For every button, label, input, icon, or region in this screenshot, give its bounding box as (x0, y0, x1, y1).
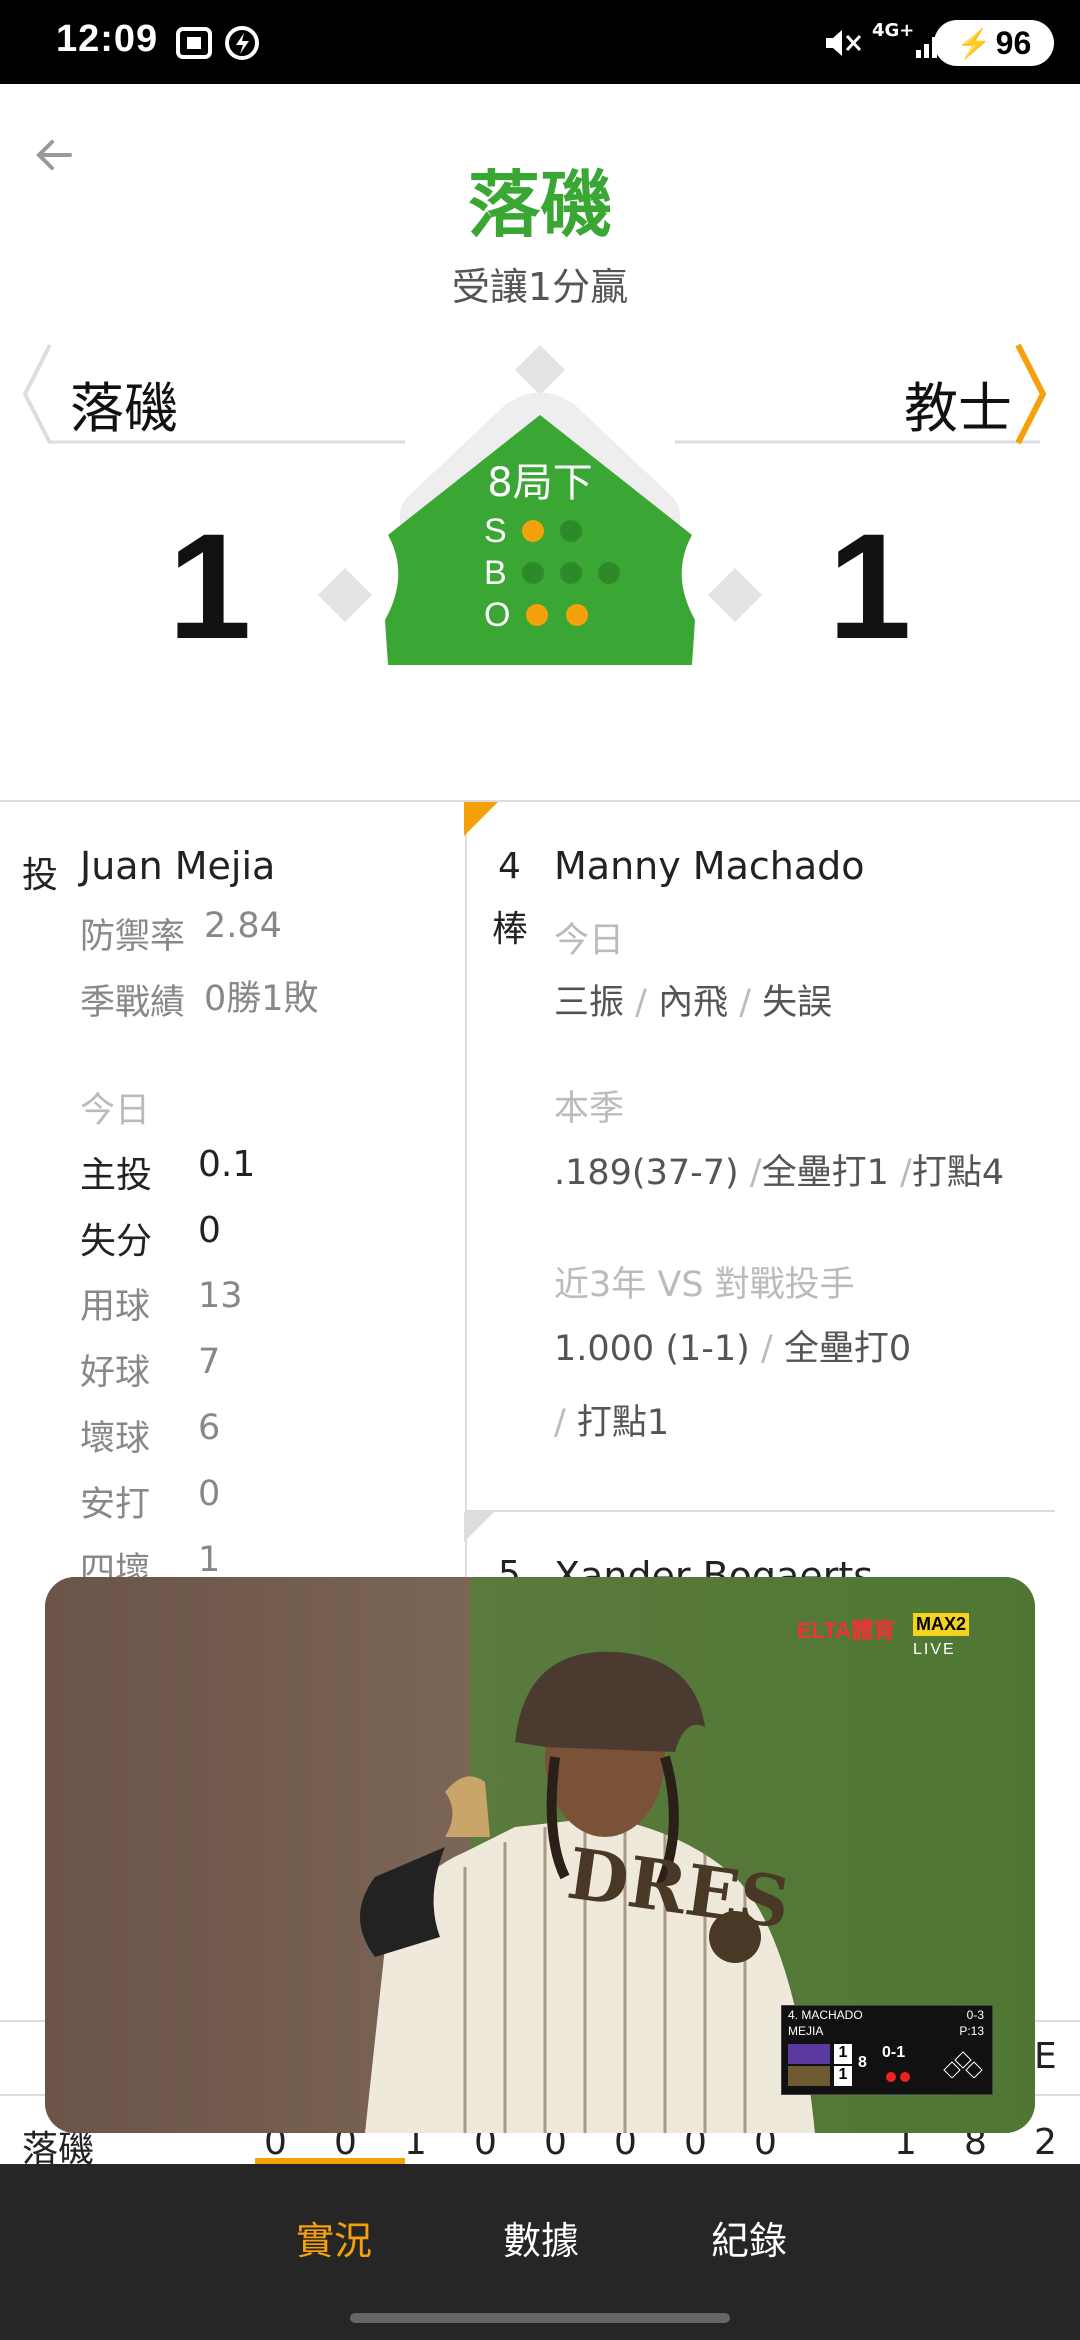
pitcher-stat-value: 0 (198, 1474, 221, 1514)
era-value: 2.84 (204, 906, 282, 946)
next-batter-marker-icon (464, 1512, 494, 1542)
screenshot-icon (176, 27, 212, 59)
mute-icon (826, 30, 862, 56)
pitcher-stat-value: 6 (198, 1408, 221, 1448)
pitcher-name[interactable]: Juan Mejia (80, 844, 275, 888)
status-time: 12:09 (56, 18, 159, 60)
vs-hr: 全壘打0 (783, 1329, 912, 1369)
batter-vs-label: 近3年 VS 對戰投手 (554, 1265, 855, 1305)
out-dot (526, 604, 548, 626)
home-score: 1 (828, 502, 912, 670)
pitcher-stat-label: 好球 (80, 1353, 151, 1393)
pitcher-stat-label: 安打 (80, 1485, 151, 1525)
bug-out-dot (900, 2072, 910, 2082)
pitcher-stat-value: 13 (198, 1276, 243, 1316)
bug-pitcher: MEJIA (788, 2024, 824, 2038)
live-label: LIVE (913, 1641, 956, 1658)
network-type-icon: 4G+ (872, 20, 915, 41)
pitcher-stat-value: 7 (198, 1342, 221, 1382)
strike-dot (560, 520, 582, 542)
record-value: 0勝1敗 (204, 979, 319, 1019)
bug-batter: 4. MACHADO (788, 2008, 863, 2022)
column-divider (465, 802, 467, 1582)
bug-count: 0-1 (882, 2044, 906, 2061)
out-dot (566, 604, 588, 626)
pitcher-tag: 投 (22, 855, 59, 896)
ball-dot (598, 562, 620, 584)
batter-season-stats: .189(37-7) /全壘打1 /打點4 (554, 1153, 1005, 1193)
total-errors: 2 (1034, 2122, 1057, 2163)
record-label: 季戰績 (80, 983, 186, 1023)
batter-name[interactable]: Manny Machado (554, 844, 865, 888)
tab-live[interactable]: 實況 (296, 2210, 372, 2265)
bug-out-dot (886, 2072, 896, 2082)
tab-records[interactable]: 紀錄 (711, 2210, 787, 2265)
batter-vs-rbi: / 打點1 (554, 1403, 670, 1443)
tab-stats[interactable]: 數據 (503, 2210, 579, 2265)
bug-home-logo-icon (788, 2066, 830, 2086)
pitcher-stat-label: 失分 (80, 1221, 153, 1262)
batter-today-label: 今日 (554, 921, 625, 961)
prev-chevron-icon (22, 344, 52, 444)
ball-dot (560, 562, 582, 584)
at-bat-result: 內飛 (658, 983, 729, 1023)
bug-away-logo-icon (788, 2044, 830, 2064)
batting-order-suffix: 棒 (492, 909, 529, 950)
bug-bases-icon (943, 2051, 983, 2078)
broadcast-score-bug: 4. MACHADO 0-3 MEJIA P:13 1 1 8 0-1 (781, 2005, 993, 2095)
inning-label: 8局下 (487, 460, 593, 506)
channel-logo: ELTA體育 (797, 1618, 896, 1643)
bug-away-score: 1 (834, 2044, 852, 2064)
bug-pitches: P:13 (959, 2024, 984, 2038)
pitcher-stat-value: 1 (198, 1540, 221, 1580)
away-score: 1 (168, 502, 252, 670)
status-bar: 12:09 4G+ ⚡ 96 (0, 0, 1080, 84)
pitcher-stat-label: 主投 (80, 1155, 153, 1196)
current-batter-marker-icon (464, 802, 498, 836)
batter-divider (465, 1510, 1055, 1512)
pitcher-stat-value: 0 (198, 1210, 221, 1251)
line-score-e-header: E (1034, 2036, 1057, 2077)
batter-vs-stats: 1.000 (1-1) / 全壘打0 (554, 1329, 912, 1369)
pitcher-stat-value: 0.1 (198, 1144, 256, 1185)
ball-label: B (484, 554, 507, 592)
strike-label: S (484, 512, 507, 550)
live-video-player[interactable]: DRES ELTA體育 MAX2 LIVE 4. MACHADO 0-3 MEJ… (45, 1577, 1035, 2133)
bug-home-score: 1 (834, 2066, 852, 2086)
batting-order: 4 (498, 846, 521, 887)
era-label: 防禦率 (80, 917, 186, 957)
at-bat-result: 三振 (554, 983, 625, 1023)
battery-indicator: ⚡ 96 (934, 20, 1054, 66)
season-avg: .189(37-7) (554, 1153, 739, 1193)
out-label: O (484, 596, 511, 634)
page-title: 落磯 (467, 163, 612, 247)
at-bat-result: 失誤 (762, 983, 833, 1023)
pitcher-stat-label: 用球 (80, 1287, 151, 1327)
vs-avg: 1.000 (1-1) (554, 1329, 750, 1369)
channel-sub-logo: MAX2 (913, 1613, 970, 1636)
bug-inning: 8 (858, 2054, 867, 2071)
section-divider (0, 800, 1080, 802)
away-team-name[interactable]: 落磯 (70, 364, 178, 443)
season-hr: 全壘打1 (761, 1153, 889, 1193)
pitcher-stat-label: 壞球 (80, 1419, 151, 1459)
home-team-name[interactable]: 教士 (904, 364, 1012, 443)
app-notification-icon (225, 26, 259, 60)
ball-dot (522, 562, 544, 584)
charging-icon: ⚡ (956, 27, 992, 59)
pitcher-today-label: 今日 (80, 1091, 151, 1131)
battery-level: 96 (995, 24, 1032, 61)
batter-today-results: 三振 / 內飛 / 失誤 (554, 983, 833, 1023)
home-gesture-bar[interactable] (350, 2313, 730, 2323)
handicap-label: 受讓1分贏 (451, 265, 629, 309)
season-rbi: 打點4 (911, 1153, 1005, 1193)
vs-rbi: 打點1 (576, 1403, 670, 1443)
strike-dot (522, 520, 544, 542)
bug-batter-line: 0-3 (966, 2008, 984, 2022)
batter-season-label: 本季 (554, 1089, 625, 1129)
next-chevron-icon (1015, 343, 1047, 445)
